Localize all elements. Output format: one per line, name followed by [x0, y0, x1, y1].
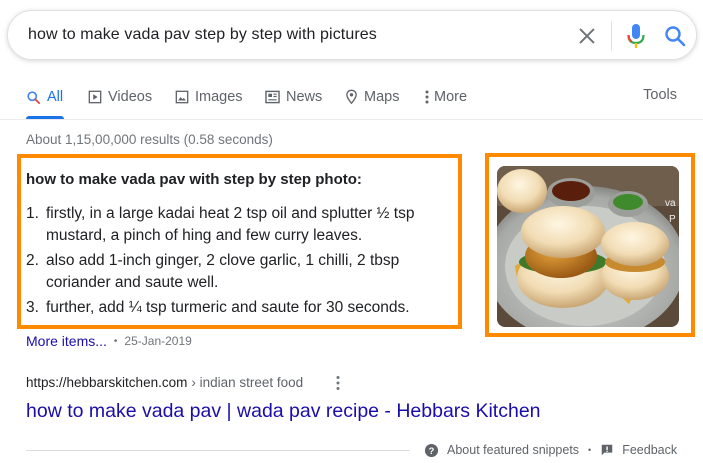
result-breadcrumb: › indian street food [191, 375, 304, 390]
search-tabs: All Videos Images News Maps More Tools [0, 78, 703, 120]
microphone-icon[interactable] [624, 22, 648, 50]
image-caption-b: P [669, 214, 676, 225]
news-icon [265, 90, 280, 104]
tools-button[interactable]: Tools [643, 87, 677, 103]
list-item: 3. further, add ¼ tsp turmeric and saute… [26, 297, 446, 319]
snippet-date: 25-Jan-2019 [124, 334, 192, 348]
list-item: 2. also add 1-inch ginger, 2 clove garli… [26, 250, 446, 294]
vertical-dots-icon[interactable] [333, 375, 343, 391]
result-url[interactable]: https://hebbarskitchen.com › indian stre… [26, 375, 303, 390]
meta-dot: • [113, 335, 118, 347]
tab-videos[interactable]: Videos [88, 87, 152, 107]
svg-text:?: ? [429, 445, 435, 455]
list-number: 1. [26, 205, 39, 222]
footer-divider [26, 450, 410, 451]
result-title-link[interactable]: how to make vada pav | wada pav recipe -… [26, 400, 541, 423]
search-input[interactable]: how to make vada pav step by step with p… [28, 26, 377, 44]
list-number: 2. [26, 252, 39, 269]
search-icon[interactable] [663, 24, 687, 48]
search-icon [27, 90, 40, 104]
tab-more[interactable]: More [425, 87, 467, 107]
tab-news[interactable]: News [265, 87, 322, 107]
vertical-dots-icon [425, 90, 429, 104]
snippet-title: how to make vada pav with step by step p… [26, 171, 362, 188]
help-icon: ? [424, 443, 439, 457]
tab-label: Maps [364, 89, 400, 105]
footer-dot: • [588, 445, 592, 455]
close-icon[interactable] [576, 25, 598, 47]
about-featured-snippets-link[interactable]: About featured snippets [447, 443, 579, 457]
feedback-icon [601, 444, 613, 456]
list-item-text: also add 1-inch ginger, 2 clove garlic, … [46, 252, 400, 291]
snippet-meta: More items... • 25-Jan-2019 [26, 333, 192, 349]
search-bar[interactable]: how to make vada pav step by step with p… [7, 10, 697, 60]
tab-label: More [434, 89, 468, 105]
tab-label: All [47, 89, 64, 105]
tabs-divider [0, 119, 703, 120]
video-icon [88, 90, 102, 104]
vada-pav-image[interactable]: va P [497, 166, 679, 327]
result-domain: https://hebbarskitchen.com [26, 375, 188, 390]
image-caption-a: va [665, 198, 676, 209]
snippet-list: 1. firstly, in a large kadai heat 2 tsp … [26, 203, 446, 322]
list-item-text: firstly, in a large kadai heat 2 tsp oil… [46, 205, 415, 244]
search-bar-divider [611, 21, 612, 51]
tab-label: News [286, 89, 323, 105]
tab-all[interactable]: All [26, 87, 63, 107]
tab-label: Videos [108, 89, 153, 105]
vada-pav-photo: va P [497, 166, 679, 327]
result-stats: About 1,15,00,000 results (0.58 seconds) [26, 132, 273, 147]
snippet-footer: ? About featured snippets • Feedback [424, 441, 677, 459]
tab-images[interactable]: Images [175, 87, 243, 107]
image-icon [175, 90, 189, 104]
list-number: 3. [26, 299, 39, 316]
feedback-link[interactable]: Feedback [622, 443, 677, 457]
map-pin-icon [346, 89, 357, 105]
tab-maps[interactable]: Maps [345, 87, 399, 107]
more-items-link[interactable]: More items... [26, 333, 107, 349]
list-item: 1. firstly, in a large kadai heat 2 tsp … [26, 203, 446, 247]
tab-label: Images [195, 89, 243, 105]
list-item-text: further, add ¼ tsp turmeric and saute fo… [46, 299, 410, 316]
